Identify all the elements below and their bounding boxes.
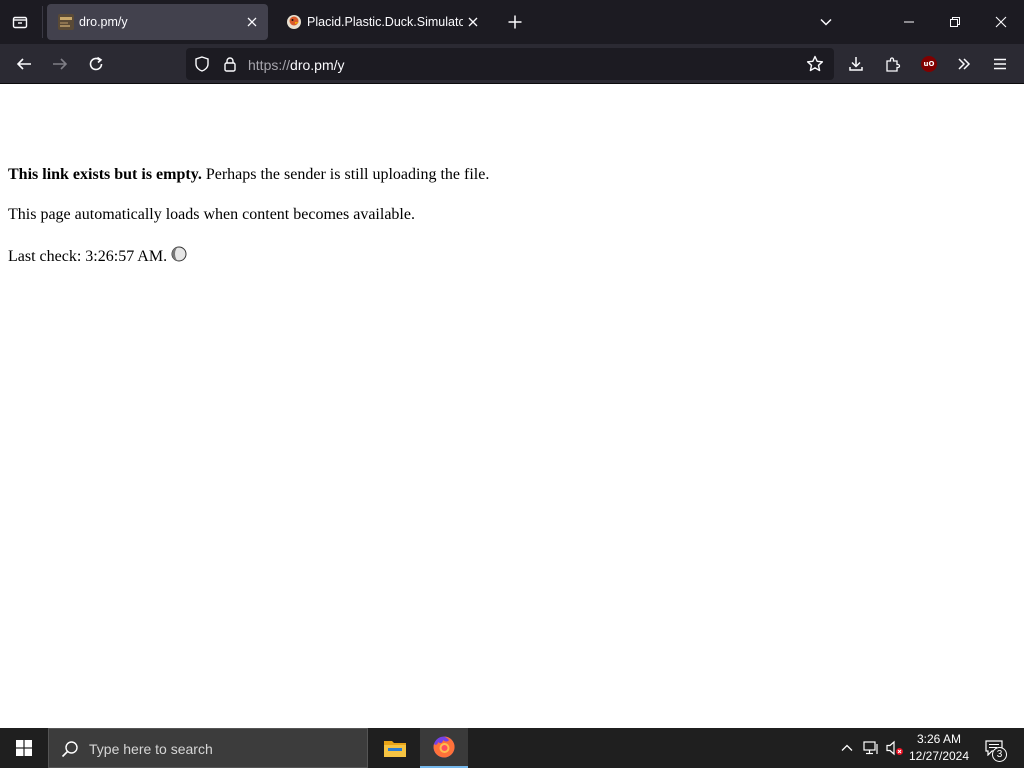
windows-start-icon[interactable]: [0, 728, 48, 768]
arrow-right-icon[interactable]: [46, 50, 74, 78]
empty-link-heading: This link exists but is empty.: [8, 166, 202, 183]
hamburger-menu-icon[interactable]: [986, 50, 1014, 78]
duck-favicon-icon: [286, 14, 302, 30]
tab-title: Placid.Plastic.Duck.Simulator.D: [307, 15, 463, 29]
reload-icon[interactable]: [82, 50, 110, 78]
last-check-text: Last check: 3:26:57 AM.: [8, 248, 168, 265]
url-text[interactable]: https://dro.pm/y: [248, 57, 345, 73]
tab-strip-divider: [42, 6, 43, 38]
tab-title: dro.pm/y: [79, 15, 128, 29]
close-tab-icon[interactable]: [465, 14, 481, 30]
close-icon[interactable]: [978, 0, 1024, 44]
clock-date: 12/27/2024: [908, 749, 970, 763]
tab-strip: dro.pm/y Placid.Plastic.Duck.Simulator.D: [0, 0, 1024, 44]
volume-muted-icon[interactable]: [884, 728, 906, 768]
close-tab-icon[interactable]: [244, 14, 260, 30]
search-icon: [61, 740, 79, 758]
download-icon[interactable]: [842, 50, 870, 78]
auto-load-message: This page automatically loads when conte…: [8, 206, 415, 223]
address-bar[interactable]: https://dro.pm/y: [186, 48, 834, 80]
puzzle-icon[interactable]: [879, 50, 907, 78]
clock-time: 3:26 AM: [916, 732, 962, 746]
empty-link-message: This link exists but is empty. Perhaps t…: [8, 166, 489, 184]
taskbar-search-box[interactable]: Type here to search: [48, 728, 368, 768]
restore-icon[interactable]: [932, 0, 978, 44]
file-explorer-icon[interactable]: [371, 728, 419, 768]
url-host-path: dro.pm/y: [290, 57, 345, 73]
tab-placid-plastic-duck[interactable]: Placid.Plastic.Duck.Simulator.D: [275, 4, 489, 40]
loading-spinner-icon: [171, 246, 187, 262]
web-page-content: This link exists but is empty. Perhaps t…: [0, 85, 1024, 728]
notification-center-icon[interactable]: 3: [978, 728, 1010, 768]
minimize-icon[interactable]: [886, 0, 932, 44]
lock-icon[interactable]: [222, 56, 238, 72]
uploading-hint: Perhaps the sender is still uploading th…: [201, 166, 490, 183]
navigation-toolbar: https://dro.pm/y uO: [0, 44, 1024, 84]
system-clock[interactable]: 3:26 AM 12/27/2024: [904, 731, 974, 765]
ublock-origin-icon[interactable]: uO: [915, 50, 943, 78]
notification-count-badge: 3: [992, 747, 1007, 762]
plus-icon[interactable]: [503, 10, 527, 34]
chevron-down-icon[interactable]: [814, 10, 838, 34]
star-icon[interactable]: [806, 55, 824, 73]
tab-dro-pm[interactable]: dro.pm/y: [47, 4, 268, 40]
network-icon[interactable]: [860, 728, 882, 768]
arrow-left-icon[interactable]: [10, 50, 38, 78]
chevron-up-icon[interactable]: [836, 728, 858, 768]
firefox-icon[interactable]: [420, 728, 468, 768]
chevron-double-right-icon[interactable]: [950, 50, 978, 78]
shield-icon[interactable]: [194, 56, 210, 72]
url-protocol: https://: [248, 57, 291, 73]
search-placeholder: Type here to search: [89, 741, 213, 757]
ublock-badge: uO: [921, 56, 937, 72]
last-check-line: Last check: 3:26:57 AM.: [8, 246, 187, 266]
dro-pm-favicon-icon: [58, 14, 74, 30]
windows-taskbar: Type here to search 3:26 AM 12/27/2024 3: [0, 728, 1024, 768]
tab-list-icon[interactable]: [8, 10, 32, 34]
